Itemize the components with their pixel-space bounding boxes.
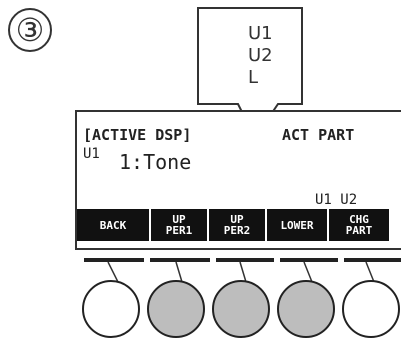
button-underline-upper1 [150, 258, 210, 262]
lcd-active-parts: U1 U2 [315, 192, 358, 208]
softkey-change-part-line2: PART [345, 224, 373, 237]
change-part-button[interactable] [342, 280, 400, 338]
softkey-upper1: UP PER1 [151, 209, 207, 241]
softkey-row: BACK UP PER1 UP PER2 LOWER CHG PART [77, 209, 391, 241]
upper1-button[interactable] [147, 280, 205, 338]
lower-button[interactable] [277, 280, 335, 338]
callout-line-l: L [248, 67, 259, 88]
softkey-change-part: CHG PART [329, 209, 389, 241]
back-button[interactable] [82, 280, 140, 338]
softkey-back: BACK [77, 209, 149, 241]
lcd-header-left: [ACTIVE DSP] [83, 126, 192, 144]
softkey-lower-label: LOWER [280, 218, 314, 232]
callout-line-u1: U1 [248, 23, 273, 44]
softkey-upper1-line2: PER1 [165, 224, 193, 237]
softkey-lower: LOWER [267, 209, 327, 241]
softkey-upper2: UP PER2 [209, 209, 265, 241]
softkey-upper2-line2: PER2 [223, 224, 251, 237]
button-underline-back [84, 258, 144, 262]
button-underline-lower [280, 258, 338, 262]
lcd-part-label: U1 [83, 146, 100, 162]
lcd-tone-value: 1:Tone [119, 150, 192, 174]
callout-line-u2: U2 [248, 45, 273, 66]
button-underline-upper2 [216, 258, 274, 262]
lcd-screen: [ACTIVE DSP] ACT PART U1 1:Tone U1 U2 BA… [75, 110, 401, 250]
softkey-back-label: BACK [99, 218, 127, 232]
step-number: ③ [8, 8, 52, 52]
upper2-button[interactable] [212, 280, 270, 338]
lcd-header-right: ACT PART [282, 126, 355, 144]
button-underline-change-part [344, 258, 401, 262]
